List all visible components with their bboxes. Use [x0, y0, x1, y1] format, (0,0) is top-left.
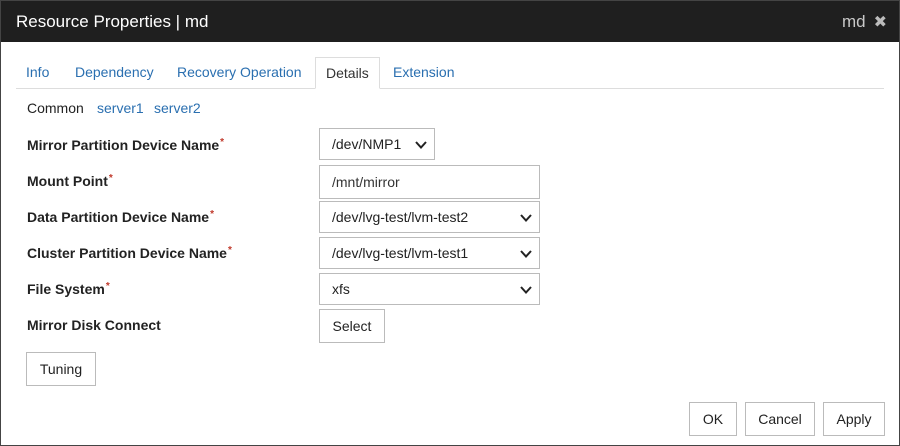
ok-button[interactable]: OK	[689, 402, 737, 436]
mount-point-label-text: Mount Point	[27, 173, 108, 189]
tab-dependency[interactable]: Dependency	[65, 57, 164, 87]
mount-point-input[interactable]: /mnt/mirror	[319, 165, 540, 199]
mount-point-value: /mnt/mirror	[332, 174, 400, 190]
cancel-button[interactable]: Cancel	[745, 402, 815, 436]
data-partition-device-name-label: Data Partition Device Name*	[27, 209, 214, 225]
cluster-partition-device-name-label-text: Cluster Partition Device Name	[27, 245, 227, 261]
tab-info[interactable]: Info	[16, 57, 59, 87]
file-system-label-text: File System	[27, 281, 105, 297]
mirror-partition-device-name-value: /dev/NMP1	[332, 136, 402, 152]
chevron-down-icon	[520, 250, 532, 258]
cluster-partition-device-name-label: Cluster Partition Device Name*	[27, 245, 232, 261]
tuning-button[interactable]: Tuning	[26, 352, 96, 386]
file-system-value: xfs	[332, 281, 350, 297]
required-mark: *	[108, 173, 113, 184]
required-mark: *	[105, 281, 110, 292]
tab-details[interactable]: Details	[315, 57, 380, 89]
mirror-partition-device-name-label-text: Mirror Partition Device Name	[27, 137, 220, 153]
title-user: md	[841, 12, 866, 31]
tab-extension[interactable]: Extension	[383, 57, 464, 87]
tab-recovery-operation[interactable]: Recovery Operation	[167, 57, 312, 87]
mount-point-label: Mount Point*	[27, 173, 113, 189]
chevron-down-icon	[415, 141, 427, 149]
data-partition-device-name-value: /dev/lvg-test/lvm-test2	[332, 209, 469, 225]
required-mark: *	[220, 137, 225, 148]
apply-button[interactable]: Apply	[823, 402, 885, 436]
cluster-partition-device-name-select[interactable]: /dev/lvg-test/lvm-test1	[319, 237, 540, 269]
title-right: md ✖	[842, 12, 887, 32]
mirror-partition-device-name-label: Mirror Partition Device Name*	[27, 137, 224, 153]
required-mark: *	[210, 209, 214, 220]
required-mark: *	[227, 245, 232, 256]
subtab-common[interactable]: Common	[27, 100, 84, 116]
cluster-partition-device-name-value: /dev/lvg-test/lvm-test1	[332, 245, 469, 261]
subtab-server1[interactable]: server1	[97, 100, 144, 116]
mirror-disk-connect-select-button[interactable]: Select	[319, 309, 385, 343]
subtab-server2[interactable]: server2	[154, 100, 201, 116]
chevron-down-icon	[520, 214, 532, 222]
mirror-partition-device-name-select[interactable]: /dev/NMP1	[319, 128, 435, 160]
close-icon[interactable]: ✖	[874, 12, 887, 32]
resource-properties-dialog: Resource Properties | md md ✖ Info Depen…	[0, 0, 900, 446]
file-system-label: File System*	[27, 281, 110, 297]
tab-bar: Info Dependency Recovery Operation Detai…	[16, 57, 884, 89]
dialog-title: Resource Properties | md	[16, 12, 209, 31]
data-partition-device-name-label-text: Data Partition Device Name	[27, 209, 210, 225]
file-system-select[interactable]: xfs	[319, 273, 540, 305]
chevron-down-icon	[520, 286, 532, 294]
title-bar: Resource Properties | md md ✖	[1, 1, 899, 42]
data-partition-device-name-select[interactable]: /dev/lvg-test/lvm-test2	[319, 201, 540, 233]
mirror-disk-connect-label: Mirror Disk Connect	[27, 317, 161, 333]
